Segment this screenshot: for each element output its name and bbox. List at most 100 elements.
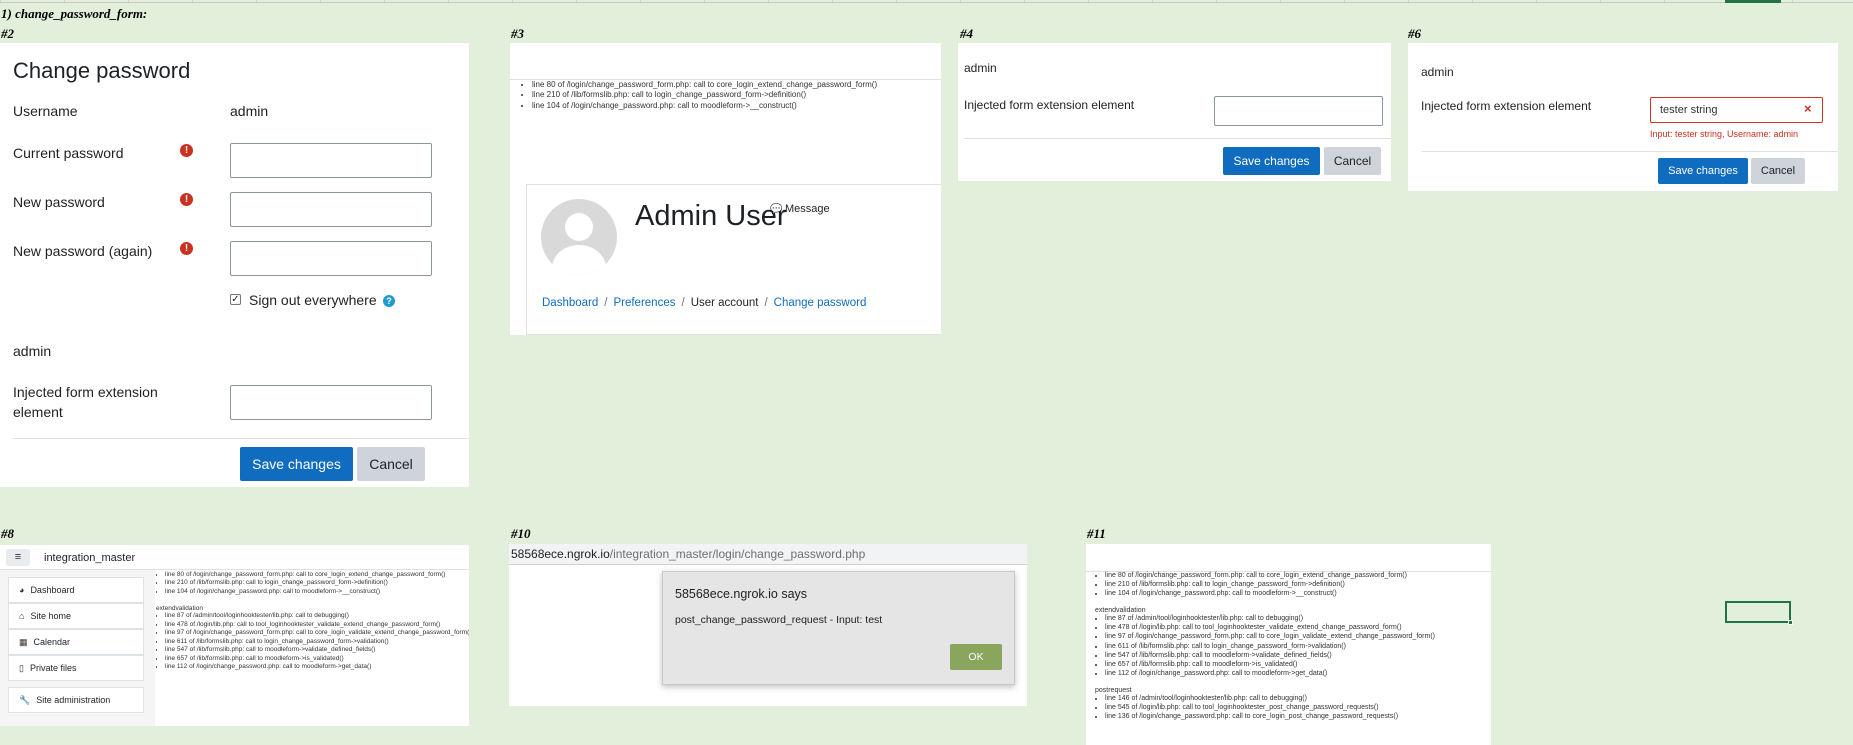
- trace-line: line 97 of /login/change_password_form.p…: [165, 629, 469, 637]
- ok-button[interactable]: OK: [950, 644, 1002, 670]
- trace-line: line 210 of /lib/formslib.php: call to l…: [165, 579, 469, 587]
- injected-input[interactable]: [230, 385, 432, 420]
- error-message: Input: tester string, Username: admin: [1650, 129, 1799, 139]
- cancel-button[interactable]: Cancel: [357, 447, 425, 481]
- screenshot-label-2: #2: [1, 26, 14, 41]
- required-icon: !: [180, 193, 193, 206]
- breadcrumb-separator: /: [764, 297, 768, 309]
- save-button[interactable]: Save changes: [1223, 147, 1320, 175]
- new-password-again-label: New password (again): [13, 243, 153, 259]
- trace-line: line 611 of /lib/formslib.php: call to l…: [1105, 642, 1491, 651]
- current-password-input[interactable]: [230, 143, 432, 178]
- trace-line: line 80 of /login/change_password_form.p…: [1105, 571, 1491, 580]
- cancel-button[interactable]: Cancel: [1324, 147, 1381, 175]
- trace-content: line 80 of /login/change_password_form.p…: [1095, 571, 1491, 721]
- breadcrumb-preferences[interactable]: Preferences: [613, 297, 675, 309]
- profile-name: Admin User: [635, 200, 787, 232]
- save-button[interactable]: Save changes: [1658, 158, 1748, 184]
- screenshot-label-6: #6: [1408, 26, 1421, 41]
- breadcrumb-dashboard[interactable]: Dashboard: [542, 297, 598, 309]
- trace-line: line 104 of /login/change_password.php: …: [1105, 589, 1491, 598]
- site-with-trace-panel: ≡ integration_master ◕ Dashboard ⌂ Site ho…: [0, 545, 469, 726]
- avatar: [541, 199, 617, 275]
- top-navbar: ≡ integration_master: [0, 545, 469, 570]
- dialog-title: 58568ece.ngrok.io says: [675, 587, 808, 601]
- trace-line: line 611 of /lib/formslib.php: call to l…: [165, 638, 469, 646]
- injected-heading: admin: [1421, 65, 1454, 79]
- trace-line: line 547 of /lib/formslib.php: call to m…: [165, 646, 469, 654]
- change-password-form-panel: Change password Username admin Current p…: [0, 43, 469, 487]
- spreadsheet-column-gridlines: [0, 0, 1853, 3]
- signout-label: Sign out everywhere: [249, 292, 377, 308]
- screenshot-label-3: #3: [511, 26, 524, 41]
- trace-line: line 112 of /login/change_password.php: …: [1105, 669, 1491, 678]
- file-icon: ▯: [19, 662, 24, 673]
- injected-label: Injected form extension element: [964, 98, 1135, 112]
- dialog-message: post_change_password_request - Input: te…: [675, 614, 883, 626]
- alert-dialog-panel: 58568ece.ngrok.io/integration_master/log…: [509, 544, 1027, 706]
- nav-item-site-administration[interactable]: 🔧 Site administration: [8, 687, 144, 713]
- new-password-again-input[interactable]: [230, 241, 432, 276]
- profile-trace-panel: line 80 of /login/change_password_form.p…: [510, 43, 941, 335]
- calendar-icon: ▦: [19, 636, 28, 647]
- trace-line: line 87 of /admin/tool/loginhooktester/l…: [165, 612, 469, 620]
- trace-line: line 104 of /login/change_password.php: …: [532, 101, 877, 111]
- debug-trace-list: line 80 of /login/change_password_form.p…: [156, 571, 469, 596]
- breadcrumb-change-password[interactable]: Change password: [774, 297, 867, 309]
- help-icon[interactable]: ?: [383, 295, 395, 307]
- trace-section-heading: extendvalidation: [156, 605, 203, 613]
- profile-card: Admin User 💬 Message Dashboard / Prefere…: [526, 184, 941, 335]
- debug-trace-list: line 80 of /login/change_password_form.p…: [1095, 571, 1491, 598]
- wrench-icon: 🔧: [19, 694, 31, 705]
- divider: [13, 438, 469, 439]
- dashboard-icon: ◕: [19, 585, 25, 595]
- username-value: admin: [230, 103, 269, 119]
- trace-line: line 478 of /login/lib.php: call to tool…: [1105, 623, 1491, 632]
- fill-handle[interactable]: [1788, 620, 1793, 625]
- breadcrumb-user-account: User account: [690, 297, 759, 309]
- save-button[interactable]: Save changes: [240, 447, 353, 481]
- menu-toggle-button[interactable]: ≡: [6, 549, 30, 566]
- nav-item-dashboard[interactable]: ◕ Dashboard: [8, 577, 144, 603]
- injected-heading: admin: [13, 343, 52, 359]
- trace-line: line 97 of /login/change_password_form.p…: [1105, 632, 1491, 641]
- injected-label: Injected form extension element: [1421, 99, 1592, 113]
- required-icon: !: [180, 242, 193, 255]
- invalid-x-icon: ×: [1804, 101, 1812, 116]
- new-password-label: New password: [13, 194, 105, 210]
- trace-line: line 657 of /lib/formslib.php: call to m…: [165, 655, 469, 663]
- divider: [1421, 151, 1838, 152]
- nav-item-calendar[interactable]: ▦ Calendar: [8, 629, 144, 655]
- screenshot-label-11: #11: [1087, 526, 1106, 541]
- address-bar[interactable]: 58568ece.ngrok.io/integration_master/log…: [509, 544, 1027, 565]
- url-path: /integration_master/login/change_passwor…: [609, 547, 866, 561]
- trace-line: line 545 of /login/lib.php: call to tool…: [1105, 703, 1491, 712]
- divider: [964, 138, 1391, 139]
- js-alert-dialog: 58568ece.ngrok.io says post_change_passw…: [662, 571, 1015, 685]
- current-password-label: Current password: [13, 145, 124, 161]
- nav-item-private-files[interactable]: ▯ Private files: [8, 655, 144, 681]
- avatar-body: [552, 245, 606, 275]
- injected-input-invalid[interactable]: tester string ×: [1650, 97, 1823, 123]
- new-password-input[interactable]: [230, 192, 432, 227]
- debug-trace-list: line 87 of /admin/tool/loginhooktester/l…: [156, 612, 469, 671]
- post-request-trace-panel: line 80 of /login/change_password_form.p…: [1086, 544, 1491, 745]
- trace-line: line 210 of /lib/formslib.php: call to l…: [1105, 580, 1491, 589]
- signout-checkbox[interactable]: ✓: [230, 294, 241, 305]
- breadcrumb-separator: /: [681, 297, 685, 309]
- cancel-button[interactable]: Cancel: [1751, 158, 1805, 184]
- injected-label-line-1: Injected form extension: [13, 384, 158, 400]
- message-icon[interactable]: 💬: [770, 204, 782, 215]
- injected-input[interactable]: [1214, 96, 1383, 126]
- selected-cell[interactable]: [1725, 601, 1793, 625]
- screenshot-label-8: #8: [1, 526, 14, 541]
- debug-trace-list: line 146 of /admin/tool/loginhooktester/…: [1095, 694, 1491, 721]
- page-title: Change password: [13, 58, 191, 83]
- required-icon: !: [180, 144, 193, 157]
- nav-item-site-home[interactable]: ⌂ Site home: [8, 603, 144, 629]
- site-name: integration_master: [44, 552, 136, 564]
- validation-error-panel: admin Injected form extension element te…: [1408, 43, 1838, 191]
- trace-line: line 478 of /login/lib.php: call to tool…: [165, 621, 469, 629]
- input-value: tester string: [1660, 104, 1718, 116]
- message-link[interactable]: Message: [785, 203, 830, 215]
